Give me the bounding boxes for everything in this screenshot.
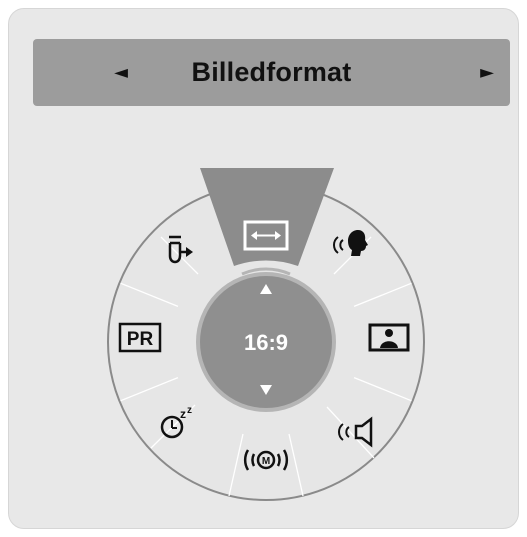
svg-text:M: M	[262, 456, 270, 467]
quick-menu-dial: 16:9 M z z PR	[107, 168, 425, 501]
svg-text:z: z	[180, 407, 186, 421]
svg-text:PR: PR	[127, 329, 154, 350]
center-value: 16:9	[244, 330, 288, 355]
svg-text:z: z	[187, 405, 192, 416]
